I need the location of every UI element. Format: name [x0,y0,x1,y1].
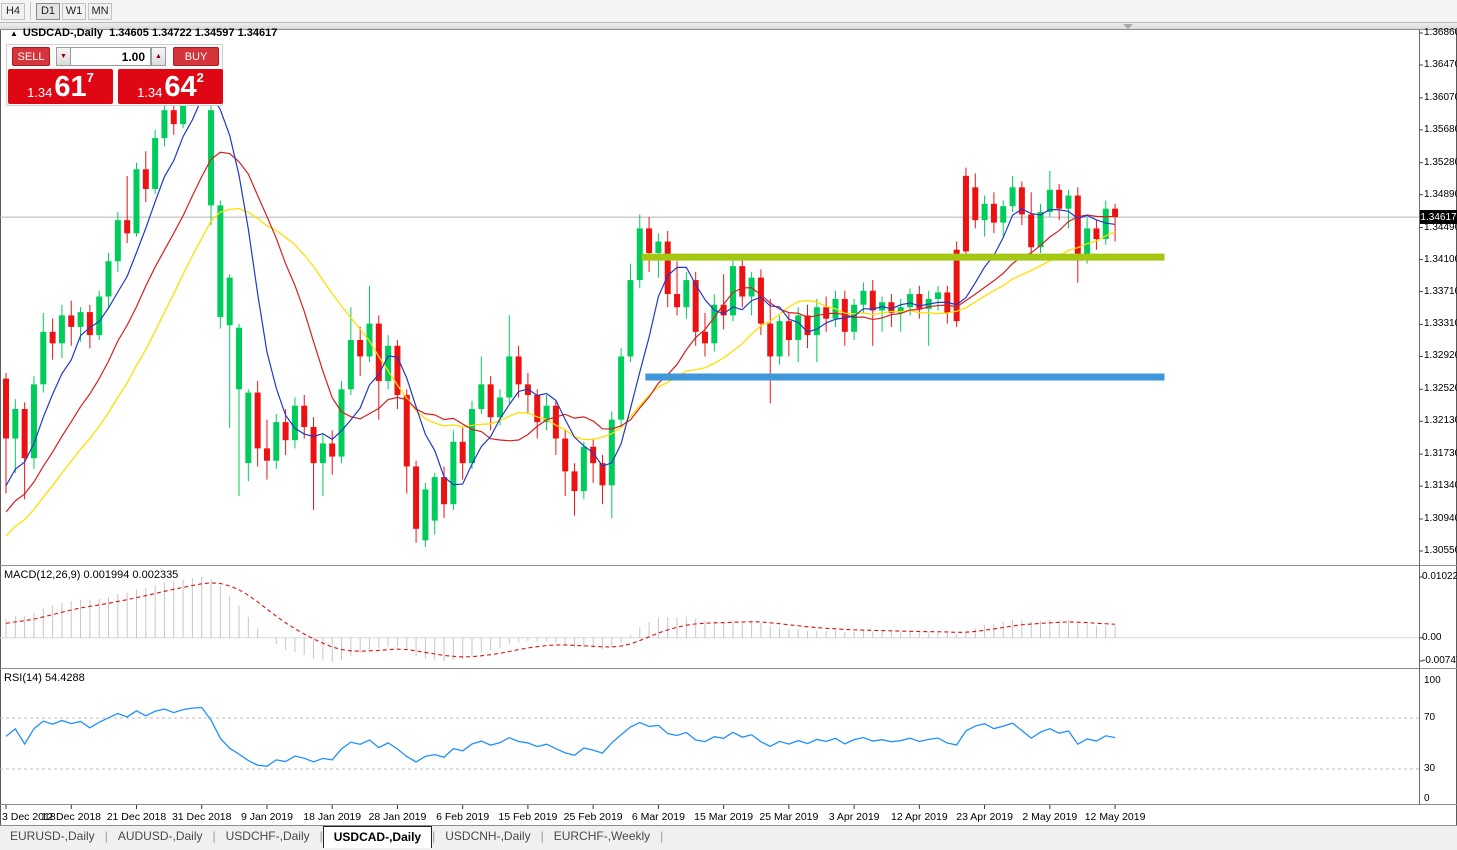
price-axis-label: 1.32520 [1424,383,1457,394]
volume-decrease-button[interactable]: ▼ [56,47,71,66]
price-axis-label: 1.32130 [1424,415,1457,426]
price-axis-label: 1.34890 [1424,189,1457,200]
macd-axis-label: 0.00 [1422,632,1441,643]
rsi-axis-label: 70 [1424,712,1435,723]
sell-price-main: 61 [54,74,86,101]
date-axis-label: 6 Mar 2019 [632,811,685,823]
trading-platform-window: H4 D1 W1 MN ▲ USDCAD-,Daily 1.34605 1.347… [0,0,1457,850]
date-axis-label: 12 May 2019 [1085,811,1146,823]
rsi-panel-title: RSI(14) 54.4288 [4,672,85,684]
price-axis-label: 1.35680 [1424,124,1457,135]
tab-usdchf[interactable]: USDCHF-,Daily [216,826,320,848]
chart-shift-marker-icon[interactable] [1123,24,1133,29]
sell-price-tile[interactable]: 1.34617 [8,69,113,104]
price-axis-label: 1.34100 [1424,254,1457,265]
date-axis-label: 2 May 2019 [1022,811,1077,823]
chart-window[interactable] [0,22,1457,826]
volume-increase-button[interactable]: ▲ [151,47,166,66]
timeframe-h4-button[interactable]: H4 [1,3,25,20]
symbol-tab-bar: EURUSD-,Daily|AUDUSD-,Daily|USDCHF-,Dail… [0,825,1457,850]
price-axis-label: 1.36470 [1424,59,1457,70]
price-axis-label: 1.33310 [1424,318,1457,329]
date-axis-label: 28 Jan 2019 [369,811,427,823]
rsi-axis-label: 100 [1424,675,1441,686]
price-axis-label: 1.32920 [1424,350,1457,361]
date-axis-label: 31 Dec 2018 [172,811,232,823]
date-axis-label: 15 Mar 2019 [694,811,753,823]
date-axis-label: 15 Feb 2019 [498,811,557,823]
chart-symbol-label: USDCAD-,Daily [23,27,103,39]
current-price-tag: 1.34617 [1420,210,1457,224]
price-axis-label: 1.31340 [1424,480,1457,491]
timeframe-toolbar: H4 D1 W1 MN [0,0,1457,23]
date-axis-label: 9 Jan 2019 [241,811,293,823]
buy-price-prefix: 1.34 [137,85,162,101]
rsi-axis-label: 0 [1424,793,1430,804]
date-axis-label: 6 Feb 2019 [436,811,489,823]
tab-separator: | [660,826,663,843]
tab-usdcnh[interactable]: USDCNH-,Daily [435,826,540,848]
toolbar-divider [30,2,31,20]
one-click-trading-panel: SELL ▼ 1.00 ▲ BUY 1.34617 1.34642 [6,44,223,106]
sell-button[interactable]: SELL [12,47,50,66]
price-axis-label: 1.36070 [1424,92,1457,103]
rsi-axis-label: 30 [1424,763,1435,774]
tab-eurusd[interactable]: EURUSD-,Daily [0,826,105,848]
macd-axis-label: -0.00747 [1422,655,1457,666]
tab-audusd[interactable]: AUDUSD-,Daily [108,826,213,848]
volume-input[interactable]: 1.00 [70,47,151,66]
buy-price-sup: 2 [197,71,204,84]
sell-price-prefix: 1.34 [27,85,52,101]
date-axis-label: 18 Jan 2019 [303,811,361,823]
date-axis-label: 3 Apr 2019 [829,811,880,823]
price-axis-label: 1.36860 [1424,27,1457,38]
buy-button[interactable]: BUY [173,47,219,66]
date-axis-label: 21 Dec 2018 [107,811,167,823]
date-axis-label: 23 Apr 2019 [956,811,1013,823]
sell-price-sup: 7 [87,71,94,84]
tab-usdcad[interactable]: USDCAD-,Daily [323,826,432,848]
chart-ohlc-values: 1.34605 1.34722 1.34597 1.34617 [109,27,277,39]
collapse-icon[interactable]: ▲ [10,29,18,38]
date-axis-label: 25 Feb 2019 [564,811,623,823]
date-axis-label: 12 Dec 2018 [41,811,101,823]
price-axis-label: 1.33710 [1424,286,1457,297]
price-axis-label: 1.30550 [1424,545,1457,556]
timeframe-mn-button[interactable]: MN [88,3,112,20]
tab-eurchf[interactable]: EURCHF-,Weekly [544,826,660,848]
date-axis-label: 25 Mar 2019 [759,811,818,823]
timeframe-d1-button[interactable]: D1 [36,3,60,20]
price-axis-label: 1.35280 [1424,157,1457,168]
price-axis-label: 1.30940 [1424,513,1457,524]
chart-title: ▲ USDCAD-,Daily 1.34605 1.34722 1.34597 1… [10,27,277,39]
macd-axis-label: 0.010229 [1422,571,1457,582]
date-axis-label: 12 Apr 2019 [891,811,948,823]
price-axis-label: 1.31730 [1424,448,1457,459]
buy-price-tile[interactable]: 1.34642 [118,69,223,104]
buy-price-main: 64 [164,74,196,101]
timeframe-w1-button[interactable]: W1 [62,3,86,20]
macd-panel-title: MACD(12,26,9) 0.001994 0.002335 [4,569,178,581]
